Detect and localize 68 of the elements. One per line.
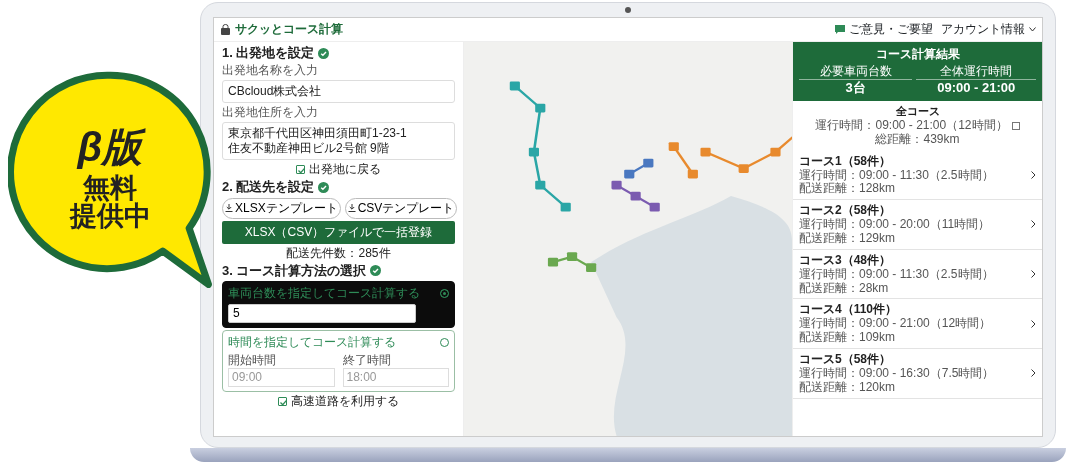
option-label: 時間を指定してコース計算する (228, 334, 396, 350)
field-label: 出発地名称を入力 (222, 63, 319, 79)
field-label: 出発地住所を入力 (222, 105, 319, 121)
download-icon (225, 204, 233, 212)
caret-icon (1029, 27, 1036, 32)
stat-value: 09:00 - 21:00 (916, 79, 1036, 97)
course-title: コース1（58件） (799, 153, 893, 169)
course-distance: 配送距離：28km (799, 281, 890, 296)
section-title: 全コース (895, 105, 940, 119)
chevron-right-icon (1031, 270, 1036, 279)
course-distance: 配送距離：109km (799, 331, 897, 345)
option-label: 車両台数を指定してコース計算する (228, 285, 420, 301)
template-button[interactable]: XLSXテンプレート (222, 197, 341, 219)
chevron-right-icon (1031, 220, 1036, 229)
app-logo: サクッとコース計算 (235, 22, 343, 37)
total-distance: 総距離：439km (875, 132, 960, 147)
result-title: コース計算結果 (874, 47, 961, 62)
feedback-link[interactable]: ご意見・ご要望 (835, 22, 933, 37)
checkbox-label: 高速道路を利用する (291, 393, 399, 409)
chat-icon (835, 25, 845, 34)
course-time: 運行時間：09:00 - 11:30（2.5時間） (799, 168, 995, 182)
stat-value: 3台 (799, 79, 913, 97)
course-distance: 配送距離：129km (799, 232, 897, 246)
course-distance: 配送距離：120km (799, 380, 897, 395)
promo-text: 提供中 (69, 202, 151, 231)
course-row[interactable]: コース4（110件） 運行時間：09:00 - 21:00（12時間） 配送距離：109km (793, 299, 1042, 349)
course-title: コース2（58件） (799, 203, 893, 218)
chevron-right-icon (1031, 369, 1036, 378)
course-row[interactable]: コース1（58件） 運行時間：09:00 - 11:30（2.5時間） 配送距離：128km (793, 150, 1042, 201)
course-title: コース4（110件） (799, 302, 899, 317)
time-field[interactable]: 18:00 (342, 367, 449, 387)
course-row[interactable]: コース5（58件） 運行時間：09:00 - 16:30（7.5時間） 配送距離：120km (793, 348, 1042, 399)
chevron-right-icon (1031, 319, 1036, 328)
checkbox[interactable] (278, 396, 287, 406)
checkbox[interactable] (296, 165, 305, 175)
field-label: 終了時間 (342, 352, 392, 368)
option-card[interactable]: 車両台数を指定してコース計算する 5 (222, 280, 455, 328)
account-menu[interactable]: アカウント情報 (941, 22, 1036, 37)
option-card[interactable]: 時間を指定してコース計算する 開始時間 09:00 終了時間 18:00 (222, 329, 455, 392)
course-time: 運行時間：09:00 - 11:30（2.5時間） (799, 267, 995, 282)
camera-dot (625, 7, 631, 13)
section-title: 2. 配送先を設定 (222, 179, 315, 196)
name-field[interactable]: CBcloud株式会社 (222, 80, 455, 104)
course-time: 運行時間：09:00 - 21:00（12時間） (799, 317, 993, 331)
course-row[interactable]: コース2（58件） 運行時間：09:00 - 20:00（11時間） 配送距離：129km (793, 200, 1042, 250)
course-time: 運行時間：09:00 - 20:00（11時間） (799, 218, 992, 232)
course-title: コース3（48件） (799, 252, 893, 268)
course-distance: 配送距離：128km (799, 182, 897, 197)
address-field[interactable]: 東京都千代田区神田須田町1-23-1 住友不動産神田ビル2号館 9階 (222, 122, 455, 161)
total-time: 運行時間：09:00 - 21:00（12時間） (815, 119, 1008, 133)
stat-label: 全体運行時間 (939, 64, 1014, 79)
chevron-right-icon (1031, 170, 1036, 179)
upload-button[interactable]: XLSX（CSV）ファイルで一括登録 (222, 220, 455, 244)
section-title: 1. 出発地を設定 (222, 45, 315, 62)
course-title: コース5（58件） (799, 351, 893, 367)
stat-label: 必要車両台数 (818, 64, 893, 79)
radio-button[interactable] (440, 288, 449, 298)
section-title: 3. コース計算方法の選択 (222, 262, 367, 279)
time-field[interactable]: 09:00 (228, 367, 335, 387)
count-field[interactable]: 5 (228, 303, 416, 323)
field-label: 開始時間 (228, 352, 277, 368)
course-row[interactable]: コース3（48件） 運行時間：09:00 - 11:30（2.5時間） 配送距離：28km (793, 249, 1042, 300)
template-button[interactable]: CSVテンプレート (344, 197, 458, 219)
promo-text: 無料 (83, 173, 137, 202)
checkbox-label: 出発地に戻る (309, 162, 381, 178)
course-time: 運行時間：09:00 - 16:30（7.5時間） (799, 366, 996, 381)
delivery-count: 配送先件数：285件 (285, 245, 392, 261)
download-icon (347, 204, 356, 212)
